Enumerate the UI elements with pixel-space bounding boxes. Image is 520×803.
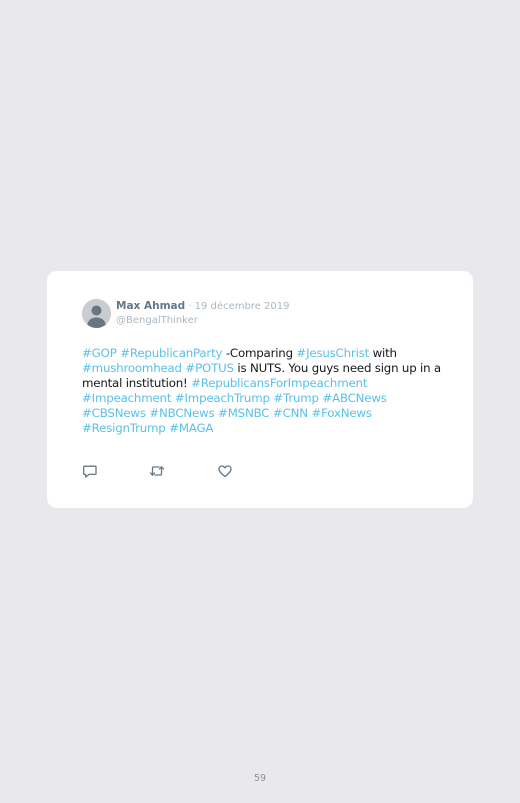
hashtag-link[interactable]: #MAGA bbox=[169, 421, 213, 435]
hashtag-link[interactable]: #CNN bbox=[273, 406, 308, 420]
tweet-text-fragment: -Comparing bbox=[222, 346, 297, 360]
hashtag-link[interactable]: #CBSNews bbox=[82, 406, 146, 420]
hashtag-link[interactable]: #JesusChrist bbox=[296, 346, 369, 360]
hashtag-link[interactable]: #Impeachment bbox=[82, 391, 171, 405]
hashtag-link[interactable]: #ABCNews bbox=[322, 391, 387, 405]
reply-icon bbox=[83, 465, 97, 478]
author-handle[interactable]: @BengalThinker bbox=[116, 314, 198, 327]
hashtag-link[interactable]: #GOP bbox=[82, 346, 117, 360]
retweet-icon bbox=[149, 466, 165, 476]
like-icon bbox=[218, 465, 232, 478]
hashtag-link[interactable]: #MSNBC bbox=[218, 406, 270, 420]
hashtag-link[interactable]: #Trump bbox=[273, 391, 319, 405]
hashtag-link[interactable]: #POTUS bbox=[185, 361, 234, 375]
reply-button[interactable] bbox=[82, 463, 98, 479]
hashtag-link[interactable]: #ImpeachTrump bbox=[175, 391, 270, 405]
tweet-actions bbox=[82, 463, 252, 479]
default-avatar-icon bbox=[82, 299, 111, 328]
hashtag-link[interactable]: #mushroomhead bbox=[82, 361, 182, 375]
tweet-author-line: Max Ahmad · 19 décembre 2019 bbox=[116, 300, 289, 313]
separator-dot: · bbox=[185, 301, 195, 312]
tweet-card: Max Ahmad · 19 décembre 2019 @BengalThin… bbox=[47, 271, 473, 508]
avatar[interactable] bbox=[82, 299, 111, 328]
hashtag-link[interactable]: #NBCNews bbox=[149, 406, 214, 420]
tweet-text: #GOP #RepublicanParty -Comparing #JesusC… bbox=[82, 346, 444, 436]
tweet-text-fragment: with bbox=[369, 346, 397, 360]
tweet-date[interactable]: 19 décembre 2019 bbox=[195, 301, 290, 312]
author-name[interactable]: Max Ahmad bbox=[116, 300, 185, 312]
hashtag-link[interactable]: #RepublicanParty bbox=[120, 346, 222, 360]
hashtag-link[interactable]: #ResignTrump bbox=[82, 421, 166, 435]
page-number: 59 bbox=[253, 773, 267, 784]
hashtag-link[interactable]: #FoxNews bbox=[311, 406, 372, 420]
like-button[interactable] bbox=[217, 463, 233, 479]
hashtag-link[interactable]: #RepublicansForImpeachment bbox=[191, 376, 367, 390]
retweet-button[interactable] bbox=[149, 463, 165, 479]
